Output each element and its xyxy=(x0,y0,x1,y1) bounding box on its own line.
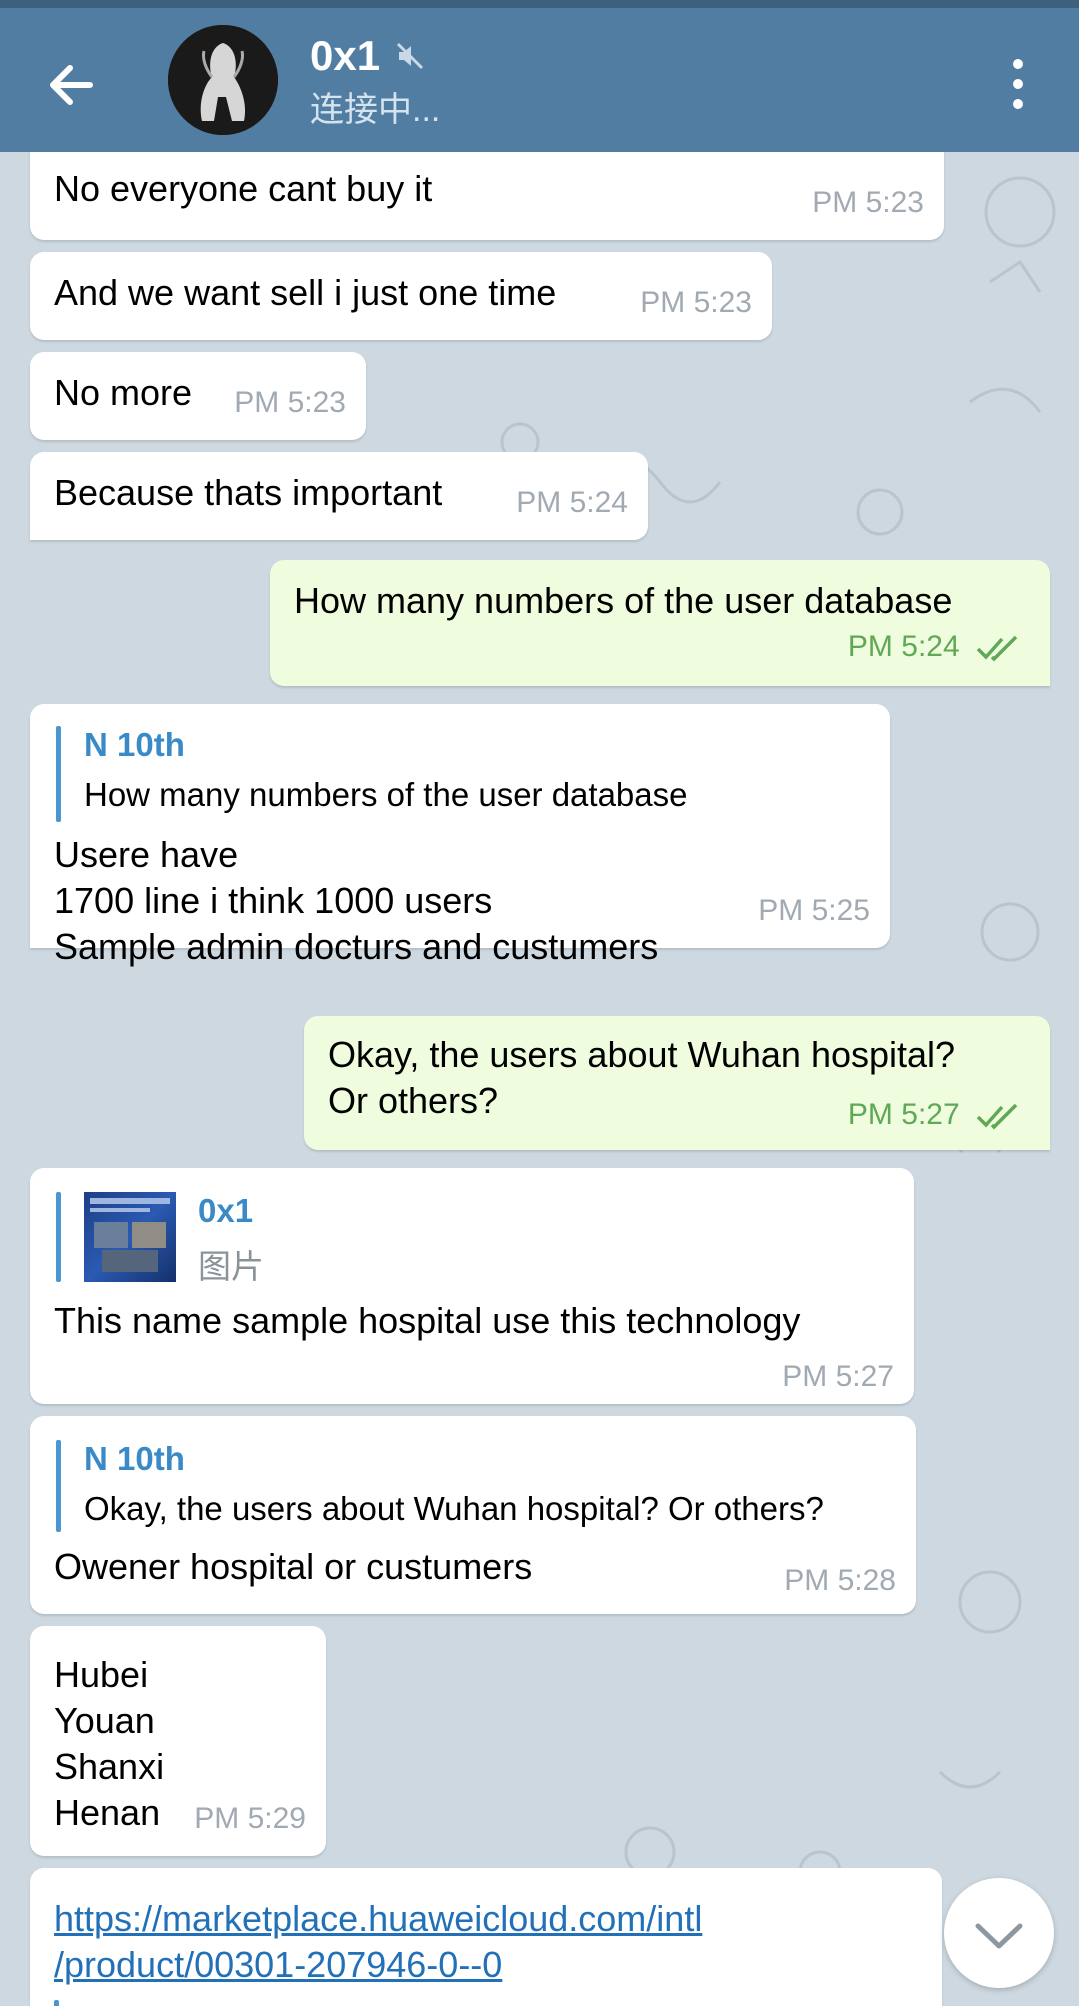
reply-text: How many numbers of the user database xyxy=(84,776,688,813)
scroll-to-bottom-button[interactable] xyxy=(944,1878,1054,1988)
reply-sender: N 10th xyxy=(84,726,185,763)
connection-status: 连接中... xyxy=(310,91,441,129)
message-incoming[interactable]: Because thats important PM 5:24 xyxy=(30,452,648,540)
message-outgoing[interactable]: How many numbers of the user database PM… xyxy=(270,560,1050,686)
arrow-left-icon[interactable] xyxy=(44,58,98,112)
reply-photo-thumbnail xyxy=(84,1192,176,1282)
message-time: PM 5:23 xyxy=(234,386,346,419)
message-time: PM 5:27 xyxy=(782,1360,894,1393)
chevron-down-icon xyxy=(975,1923,1023,1949)
message-text: How many numbers of the user database xyxy=(294,580,953,621)
more-vertical-icon[interactable] xyxy=(1002,56,1034,112)
message-time: PM 5:29 xyxy=(194,1802,306,1835)
message-incoming-reply[interactable]: N 10th How many numbers of the user data… xyxy=(30,704,890,967)
double-check-icon xyxy=(976,635,1018,662)
message-text: No everyone cant buy it xyxy=(54,168,433,209)
message-time: PM 5:23 xyxy=(812,186,924,219)
message-incoming[interactable]: No everyone cant buy it PM 5:23 xyxy=(30,152,944,240)
chat-title: 0x1 xyxy=(310,32,381,79)
reply-quote-bar xyxy=(56,726,61,822)
message-text: Hubei Youan Shanxi Henan xyxy=(54,1654,165,1833)
message-time-text: PM 5:27 xyxy=(847,1098,960,1131)
reply-quote-bar xyxy=(56,1440,61,1532)
message-incoming-reply[interactable]: N 10th Okay, the users about Wuhan hospi… xyxy=(30,1416,916,1614)
reply-quote-bar xyxy=(56,1192,61,1282)
message-incoming-link[interactable]: https://marketplace.huaweicloud.com/intl… xyxy=(30,1868,942,2006)
message-incoming[interactable]: And we want sell i just one time PM 5:23 xyxy=(30,252,772,340)
reply-sender: N 10th xyxy=(84,1440,185,1477)
message-incoming-reply[interactable]: 0x1 图片 This name sample hospital use thi… xyxy=(30,1168,914,1404)
message-text: Usere have 1700 line i think 1000 users … xyxy=(54,834,659,967)
chat-area[interactable]: No everyone cant buy it PM 5:23 And we w… xyxy=(0,152,1079,2006)
reply-text: 图片 xyxy=(198,1248,264,1285)
link-preview-bar xyxy=(54,2000,59,2006)
message-time: PM 5:28 xyxy=(784,1564,896,1597)
message-time: PM 5:25 xyxy=(758,894,870,927)
reply-sender: 0x1 xyxy=(198,1192,254,1229)
message-incoming[interactable]: No more PM 5:23 xyxy=(30,352,366,440)
message-time: PM 5:27 xyxy=(848,1098,1020,1132)
message-time: PM 5:24 xyxy=(516,486,628,519)
speaker-muted-icon xyxy=(396,42,423,70)
message-outgoing[interactable]: Okay, the users about Wuhan hospital? Or… xyxy=(304,1016,1050,1150)
double-check-icon xyxy=(976,1103,1018,1130)
status-bar xyxy=(0,0,1079,8)
reply-text: Okay, the users about Wuhan hospital? Or… xyxy=(84,1490,824,1527)
message-time: PM 5:24 xyxy=(848,630,1020,664)
message-text: Because thats important xyxy=(54,472,443,513)
message-text: This name sample hospital use this techn… xyxy=(54,1300,801,1341)
message-time: PM 5:23 xyxy=(640,286,752,319)
avatar[interactable] xyxy=(168,25,278,135)
message-incoming[interactable]: Hubei Youan Shanxi Henan PM 5:29 xyxy=(30,1626,326,1856)
message-text: And we want sell i just one time xyxy=(54,272,557,313)
title-block[interactable]: 0x1 连接中... xyxy=(310,32,440,131)
message-text: Owener hospital or custumers xyxy=(54,1546,533,1587)
chat-header: 0x1 连接中... xyxy=(0,8,1079,152)
message-text: No more xyxy=(54,372,193,413)
message-time-text: PM 5:24 xyxy=(847,630,960,663)
message-link[interactable]: https://marketplace.huaweicloud.com/intl… xyxy=(54,1896,702,1988)
